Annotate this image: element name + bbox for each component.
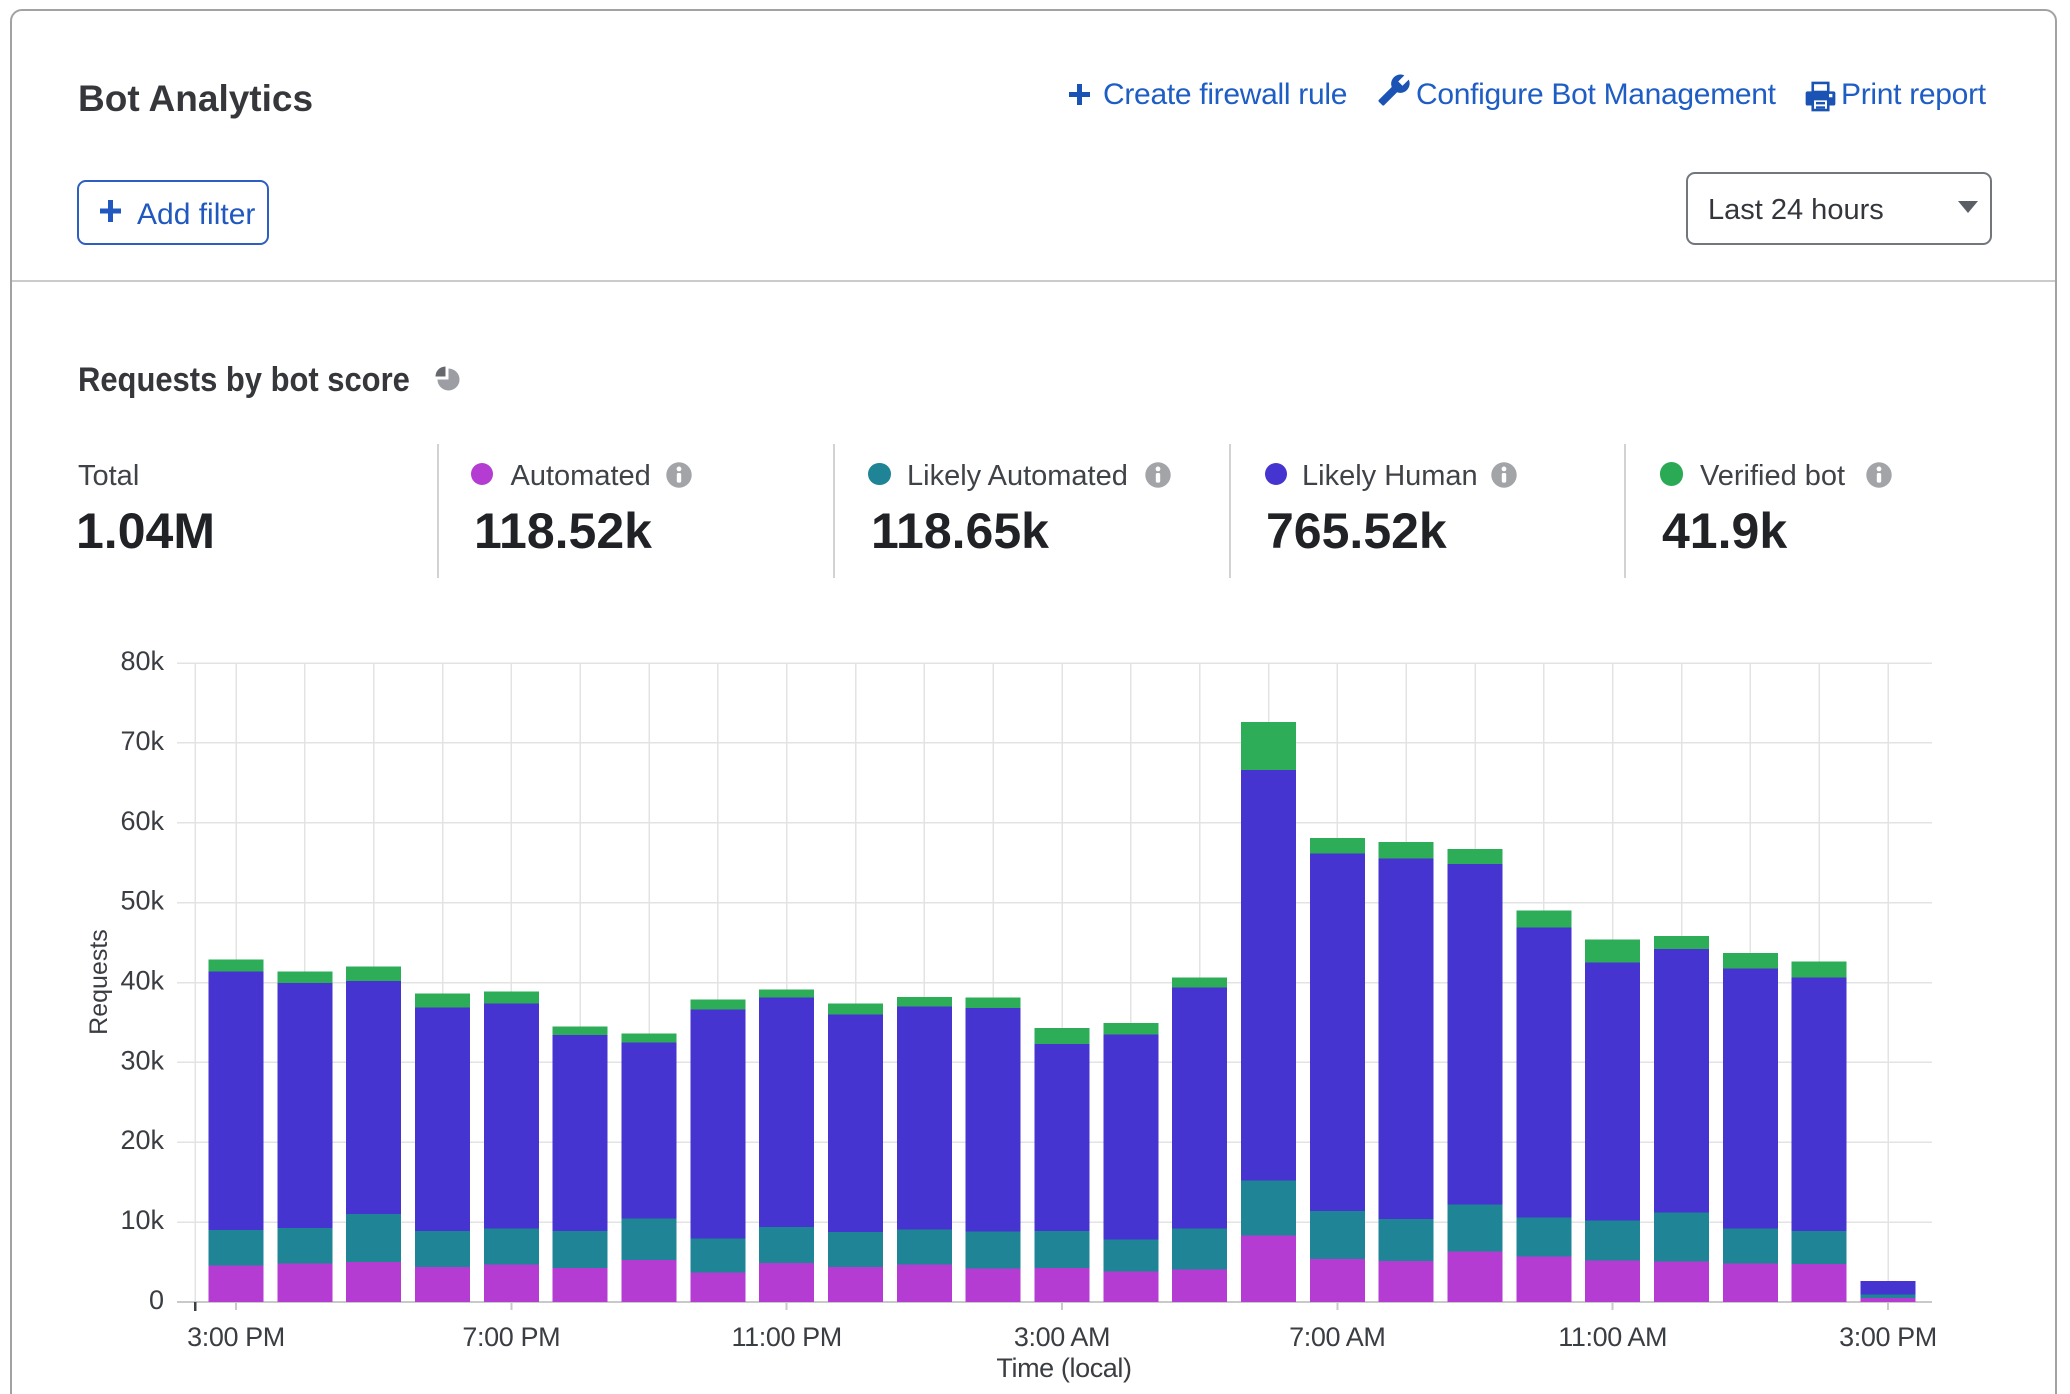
svg-text:11:00 AM: 11:00 AM [1558,1322,1667,1352]
svg-text:Requests: Requests [85,929,113,1035]
svg-text:3:00 PM: 3:00 PM [187,1322,285,1352]
svg-text:20k: 20k [120,1125,164,1155]
svg-text:40k: 40k [120,966,164,996]
svg-text:7:00 AM: 7:00 AM [1289,1322,1385,1352]
svg-text:10k: 10k [120,1205,164,1235]
svg-text:7:00 PM: 7:00 PM [462,1322,560,1352]
svg-text:3:00 PM: 3:00 PM [1839,1322,1937,1352]
svg-text:80k: 80k [120,646,164,676]
svg-text:11:00 PM: 11:00 PM [732,1322,842,1352]
svg-text:50k: 50k [120,886,164,916]
svg-text:60k: 60k [120,806,164,836]
svg-text:30k: 30k [120,1045,164,1075]
svg-text:0: 0 [149,1285,164,1315]
svg-text:70k: 70k [120,726,164,756]
svg-text:Time (local): Time (local) [996,1353,1131,1383]
svg-text:3:00 AM: 3:00 AM [1014,1322,1110,1352]
